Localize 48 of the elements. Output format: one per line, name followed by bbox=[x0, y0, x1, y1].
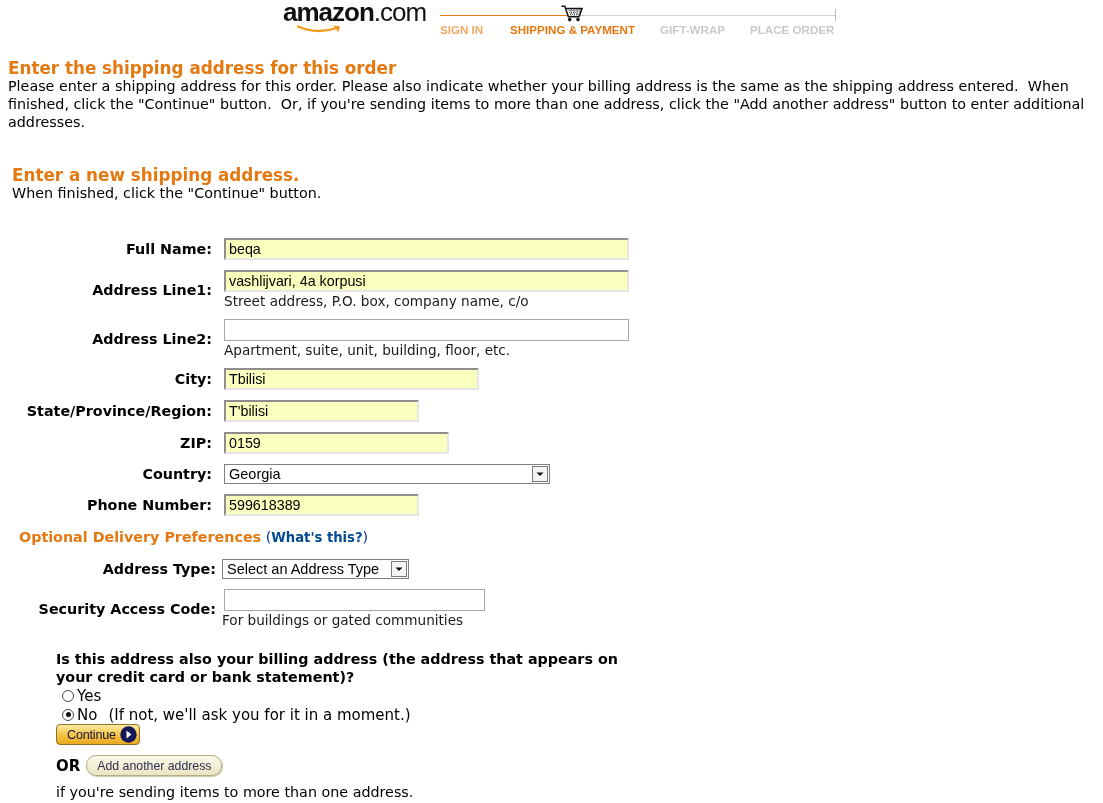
hint-text: For buildings or gated communities bbox=[222, 612, 464, 628]
or-text: OR bbox=[56, 756, 81, 775]
input-field[interactable]: 0159 bbox=[224, 432, 449, 454]
option-label[interactable]: No bbox=[77, 705, 98, 724]
field-label: Country: bbox=[142, 466, 212, 482]
note-text: if you're sending items to more than one address. bbox=[56, 783, 415, 801]
field-label: Phone Number: bbox=[86, 497, 212, 513]
input-field[interactable]: vashlijvari, 4a korpusi bbox=[224, 270, 629, 292]
radio-button[interactable] bbox=[62, 689, 74, 702]
instruction-text: When finished, click the "Continue" button. bbox=[12, 185, 323, 202]
logo-text: amazon.com bbox=[283, 0, 427, 24]
field-label: Address Line2: bbox=[92, 330, 212, 347]
field-label: City: bbox=[174, 371, 212, 387]
caret-icon[interactable] bbox=[391, 561, 407, 577]
continue-button[interactable]: Continue bbox=[56, 724, 140, 745]
option-note: (If not, we'll ask you for it in a moment.) bbox=[108, 705, 411, 724]
bracket-text: ) bbox=[362, 529, 369, 545]
input-field[interactable]: beqa bbox=[224, 238, 629, 260]
page-title: Enter the shipping address for this order bbox=[8, 59, 398, 77]
add-address-button[interactable]: Add another address bbox=[86, 755, 223, 776]
field-label: State/Province/Region: bbox=[26, 403, 212, 419]
bracket-text: ( bbox=[265, 529, 272, 545]
arrow-circle-icon bbox=[119, 726, 137, 743]
hint-text: Street address, P.O. box, company name, c/o bbox=[224, 293, 529, 309]
step-label: SHIPPING & PAYMENT bbox=[510, 23, 636, 37]
field-label: ZIP: bbox=[180, 435, 212, 451]
help-link[interactable]: What's this? bbox=[271, 530, 363, 545]
section-title: Optional Delivery Preferences bbox=[19, 529, 262, 545]
step-label: SIGN IN bbox=[440, 23, 485, 37]
input-field[interactable] bbox=[224, 319, 629, 341]
input-field[interactable] bbox=[224, 589, 485, 611]
question-text: Is this address also your billing address (the address that appears on your credit card or bank statement)? bbox=[56, 650, 619, 686]
input-field[interactable]: Tbilisi bbox=[224, 368, 479, 390]
input-field[interactable]: 599618389 bbox=[224, 494, 419, 516]
field-label: Security Access Code: bbox=[38, 600, 216, 617]
option-label[interactable]: Yes bbox=[77, 686, 102, 705]
dropdown-field[interactable]: Select an Address Type bbox=[222, 559, 409, 579]
field-label: Address Line1: bbox=[92, 281, 212, 298]
cart-icon bbox=[561, 5, 583, 22]
hint-text: Apartment, suite, unit, building, floor, etc. bbox=[224, 342, 511, 358]
field-label: Address Type: bbox=[102, 561, 216, 577]
input-field[interactable]: T'bilisi bbox=[224, 400, 419, 422]
intro-text: Please enter a shipping address for this order. Please also indicate whether your billing address is the same as the shipping address entered. When finished, click the "Continue" button. Or, if you're sending items to more than one address, click the "Add another address" button to enter additional addresses. bbox=[8, 78, 1086, 131]
field-label: Full Name: bbox=[126, 241, 212, 257]
dropdown-field[interactable]: Georgia bbox=[224, 464, 550, 484]
radio-button[interactable] bbox=[62, 708, 74, 721]
caret-icon[interactable] bbox=[532, 466, 548, 482]
section-title: Enter a new shipping address. bbox=[12, 166, 301, 184]
